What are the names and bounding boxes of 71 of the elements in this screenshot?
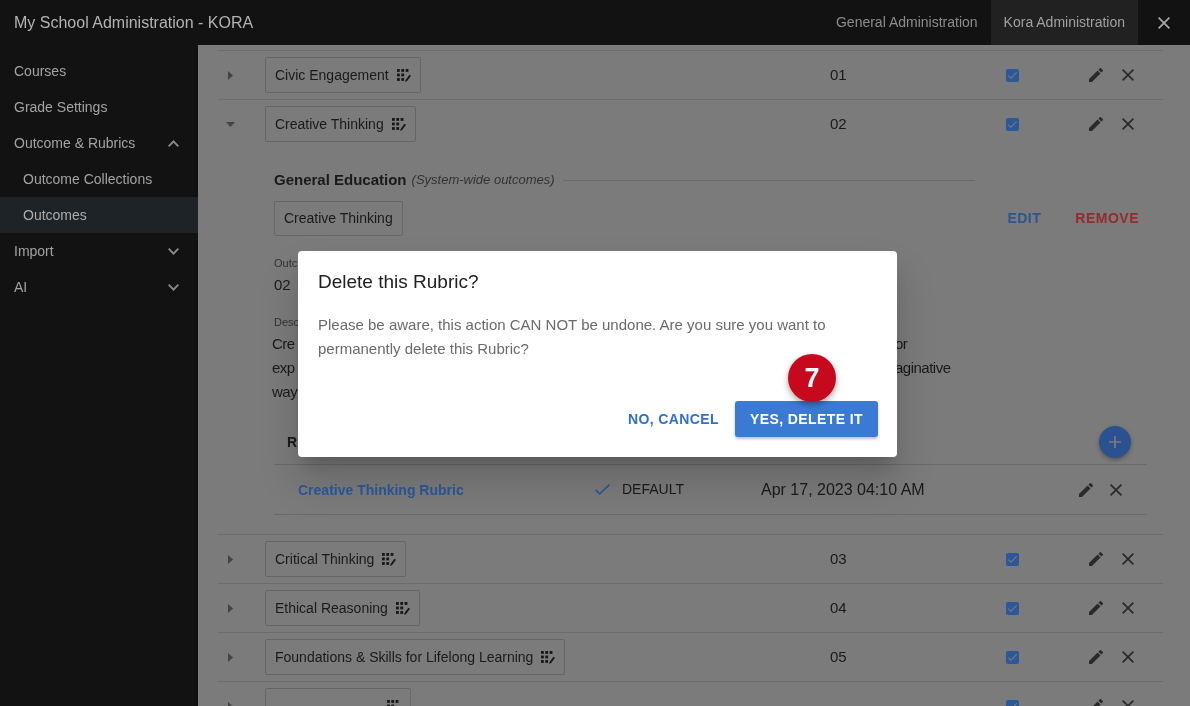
grid-pencil-icon — [395, 601, 410, 615]
sidebar-item[interactable]: Grade Settings — [0, 89, 198, 125]
outcome-code: 02 — [274, 274, 291, 295]
pencil-icon[interactable] — [1079, 482, 1093, 497]
app-title: My School Administration - KORA — [14, 12, 254, 33]
sidebar-item[interactable]: Import — [0, 233, 198, 269]
grid-pencil-icon — [391, 117, 406, 131]
checkbox[interactable] — [1006, 650, 1019, 664]
nav-tab[interactable]: Kora Administration — [990, 0, 1138, 45]
grid-pencil-icon — [541, 650, 556, 664]
sidebar-item[interactable]: Outcome & Rubrics — [0, 125, 198, 161]
caret-right-icon[interactable] — [227, 603, 233, 613]
pencil-icon[interactable] — [1089, 650, 1103, 664]
close-icon[interactable] — [1122, 553, 1134, 565]
collection-note: (System-wide outcomes) — [411, 171, 555, 190]
delete-button[interactable]: YES, DELETE IT — [735, 401, 878, 437]
outcome-chip[interactable]: Critical Thinking — [265, 541, 407, 577]
outcome-chip[interactable]: Foundations & Skills for Lifelong Learning — [265, 639, 566, 675]
grid-pencil-icon — [382, 552, 397, 566]
check-icon — [1008, 653, 1017, 661]
outcome-chip[interactable]: Ethical Reasoning — [265, 590, 420, 626]
cancel-button[interactable]: NO, CANCEL — [617, 401, 730, 437]
caret-right-icon[interactable] — [227, 554, 233, 564]
close-icon[interactable] — [1122, 69, 1134, 81]
close-icon[interactable] — [1110, 483, 1122, 496]
close-icon — [1158, 16, 1170, 29]
close-icon[interactable] — [1122, 651, 1134, 663]
outcome-code: 04 — [830, 599, 847, 616]
outcome-chip[interactable]: Civic Engagement — [265, 57, 421, 93]
description-text: aginative — [895, 357, 951, 378]
rubric-date: Apr 17, 2023 04:10 AM — [761, 479, 925, 500]
check-icon — [1008, 120, 1017, 128]
pencil-icon[interactable] — [1089, 601, 1103, 615]
nav-tab[interactable]: General Administration — [822, 0, 991, 45]
caret-right-icon[interactable] — [227, 70, 233, 80]
sidebar-item[interactable]: Outcomes — [0, 197, 198, 233]
add-button[interactable] — [1099, 426, 1131, 458]
outcome-code: 05 — [830, 648, 847, 665]
description-text: exp — [272, 358, 295, 376]
check-icon — [1008, 71, 1017, 79]
close-icon[interactable] — [1122, 602, 1134, 614]
pencil-icon[interactable] — [1089, 552, 1103, 566]
outcome-code: 01 — [830, 66, 847, 83]
plus-icon — [1109, 436, 1121, 448]
close-icon[interactable] — [1122, 118, 1134, 130]
description-text: Cre — [272, 334, 295, 352]
default-label: DEFAULT — [622, 480, 684, 499]
caret-down-icon[interactable] — [225, 121, 235, 127]
collection-title: General Education — [274, 169, 407, 190]
dialog-title: Delete this Rubric? — [318, 269, 479, 294]
checkbox[interactable] — [1006, 68, 1019, 82]
outcome-chip[interactable]: Creative Thinking — [265, 106, 416, 142]
pencil-icon[interactable] — [1089, 68, 1103, 82]
outcome-chip[interactable]: Creative Thinking — [274, 201, 403, 236]
field-label: Desc — [274, 314, 300, 330]
checkbox[interactable] — [1006, 117, 1019, 131]
outcome-code: 03 — [830, 550, 847, 567]
checkbox[interactable] — [1006, 552, 1019, 566]
column-heading: R — [287, 432, 298, 452]
sidebar-item[interactable]: AI — [0, 269, 198, 305]
sidebar-item[interactable]: Courses — [0, 53, 198, 89]
pencil-icon[interactable] — [1089, 117, 1103, 131]
field-label: Outc — [274, 255, 298, 271]
description-text: way — [272, 382, 298, 400]
caret-right-icon[interactable] — [227, 652, 233, 662]
outcome-code: 02 — [830, 115, 847, 132]
check-icon — [1008, 555, 1017, 563]
grid-pencil-icon — [396, 68, 411, 82]
check-icon — [1008, 604, 1017, 612]
checkbox[interactable] — [1006, 601, 1019, 615]
sidebar-item[interactable]: Outcome Collections — [0, 161, 198, 197]
